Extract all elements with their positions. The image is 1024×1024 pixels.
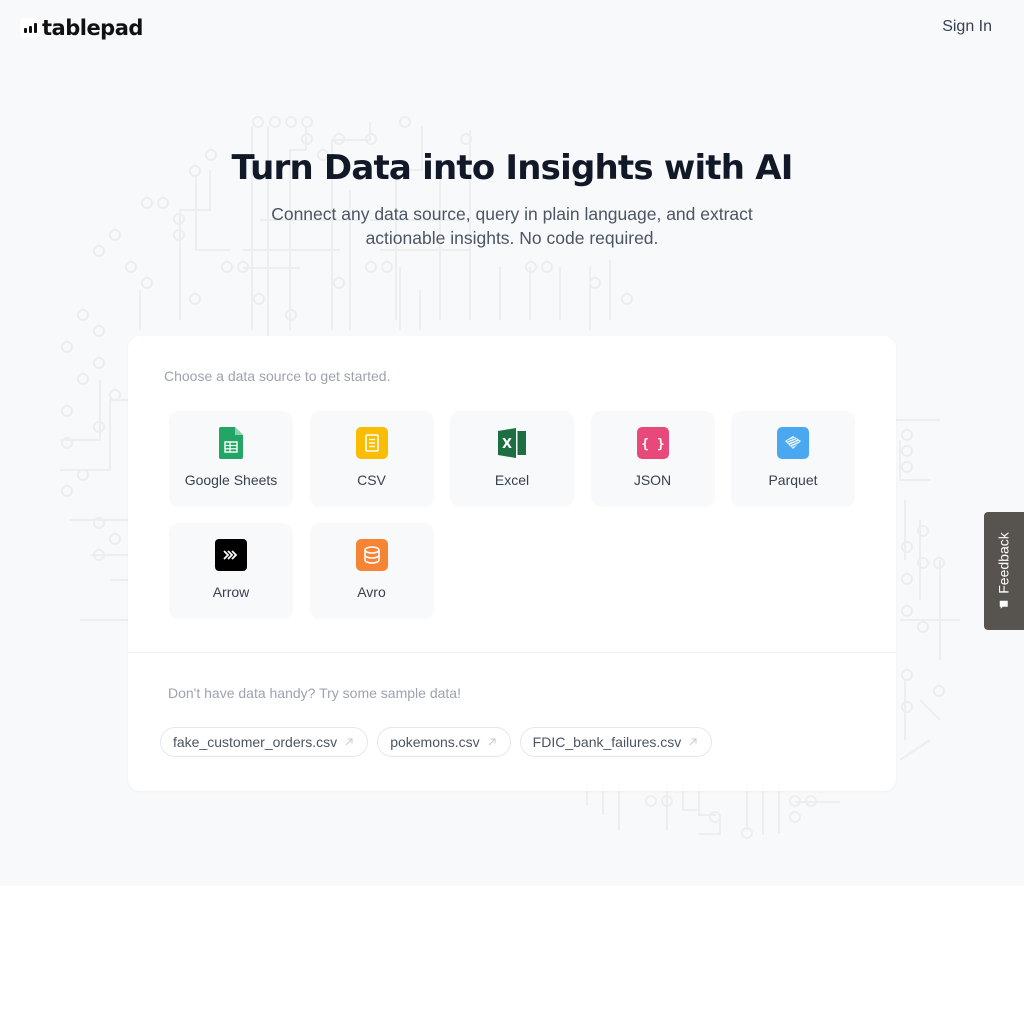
source-label: JSON	[633, 472, 672, 488]
data-source-section: Choose a data source to get started. Goo…	[128, 336, 896, 652]
feedback-label: Feedback	[996, 532, 1013, 594]
data-source-grid: Google Sheets CSV X Excel {} JSON Parqu…	[169, 411, 860, 619]
hero-section: Turn Data into Insights with AI Connect …	[0, 148, 1024, 250]
brand-logo-link[interactable]: tablepad	[20, 16, 143, 40]
external-arrow-icon	[488, 738, 496, 746]
source-label: Excel	[494, 472, 530, 488]
source-tile-csv[interactable]: CSV	[309, 411, 434, 507]
sample-data-list: fake_customer_orders.csv pokemons.csv FD…	[160, 727, 864, 757]
hero-subtitle: Connect any data source, query in plain …	[271, 204, 753, 248]
sign-in-link[interactable]: Sign In	[942, 18, 992, 36]
feedback-tab-button[interactable]: Feedback	[984, 512, 1024, 630]
database-icon	[355, 539, 388, 571]
svg-text:X: X	[502, 437, 512, 452]
sample-chip-label: pokemons.csv	[390, 734, 480, 750]
excel-icon: X	[496, 427, 528, 459]
bar-chart-icon	[20, 18, 40, 38]
source-label: Google Sheets	[184, 472, 278, 488]
source-tile-google-sheets[interactable]: Google Sheets	[169, 411, 293, 507]
sample-chip-label: fake_customer_orders.csv	[173, 734, 338, 750]
csv-file-icon	[355, 427, 388, 459]
source-tile-arrow[interactable]: Arrow	[169, 523, 293, 619]
sample-chip-fake-customer-orders[interactable]: fake_customer_orders.csv	[160, 727, 369, 757]
hero-title: Turn Data into Insights with AI	[231, 148, 793, 188]
source-label: Parquet	[768, 472, 818, 488]
source-tile-parquet[interactable]: Parquet	[731, 411, 855, 507]
arrow-chevrons-icon	[215, 539, 247, 571]
source-label: Arrow	[212, 584, 250, 600]
choose-source-prompt: Choose a data source to get started.	[164, 368, 391, 384]
external-arrow-icon	[689, 738, 697, 746]
external-arrow-icon	[345, 738, 353, 746]
google-sheets-icon	[215, 427, 247, 459]
feedback-bubble-icon	[1000, 600, 1009, 609]
parquet-icon	[777, 427, 809, 459]
sample-chip-pokemons[interactable]: pokemons.csv	[377, 727, 511, 757]
source-label: CSV	[357, 472, 386, 488]
source-tile-excel[interactable]: X Excel	[450, 411, 574, 507]
source-label: Avro	[357, 584, 386, 600]
top-navigation-bar: tablepad Sign In	[0, 0, 1024, 56]
sample-chip-fdic-bank-failures[interactable]: FDIC_bank_failures.csv	[519, 727, 713, 757]
json-braces-icon: { }	[636, 427, 669, 459]
source-tile-json[interactable]: { } JSON	[590, 411, 715, 507]
data-source-card: Choose a data source to get started. Goo…	[128, 336, 896, 791]
sample-data-section: Don't have data handy? Try some sample d…	[128, 653, 896, 757]
svg-text:{ }: { }	[641, 437, 664, 452]
sample-chip-label: FDIC_bank_failures.csv	[532, 734, 682, 750]
sample-data-prompt: Don't have data handy? Try some sample d…	[168, 685, 461, 701]
source-tile-avro[interactable]: Avro	[309, 523, 434, 619]
brand-name: tablepad	[42, 16, 143, 40]
